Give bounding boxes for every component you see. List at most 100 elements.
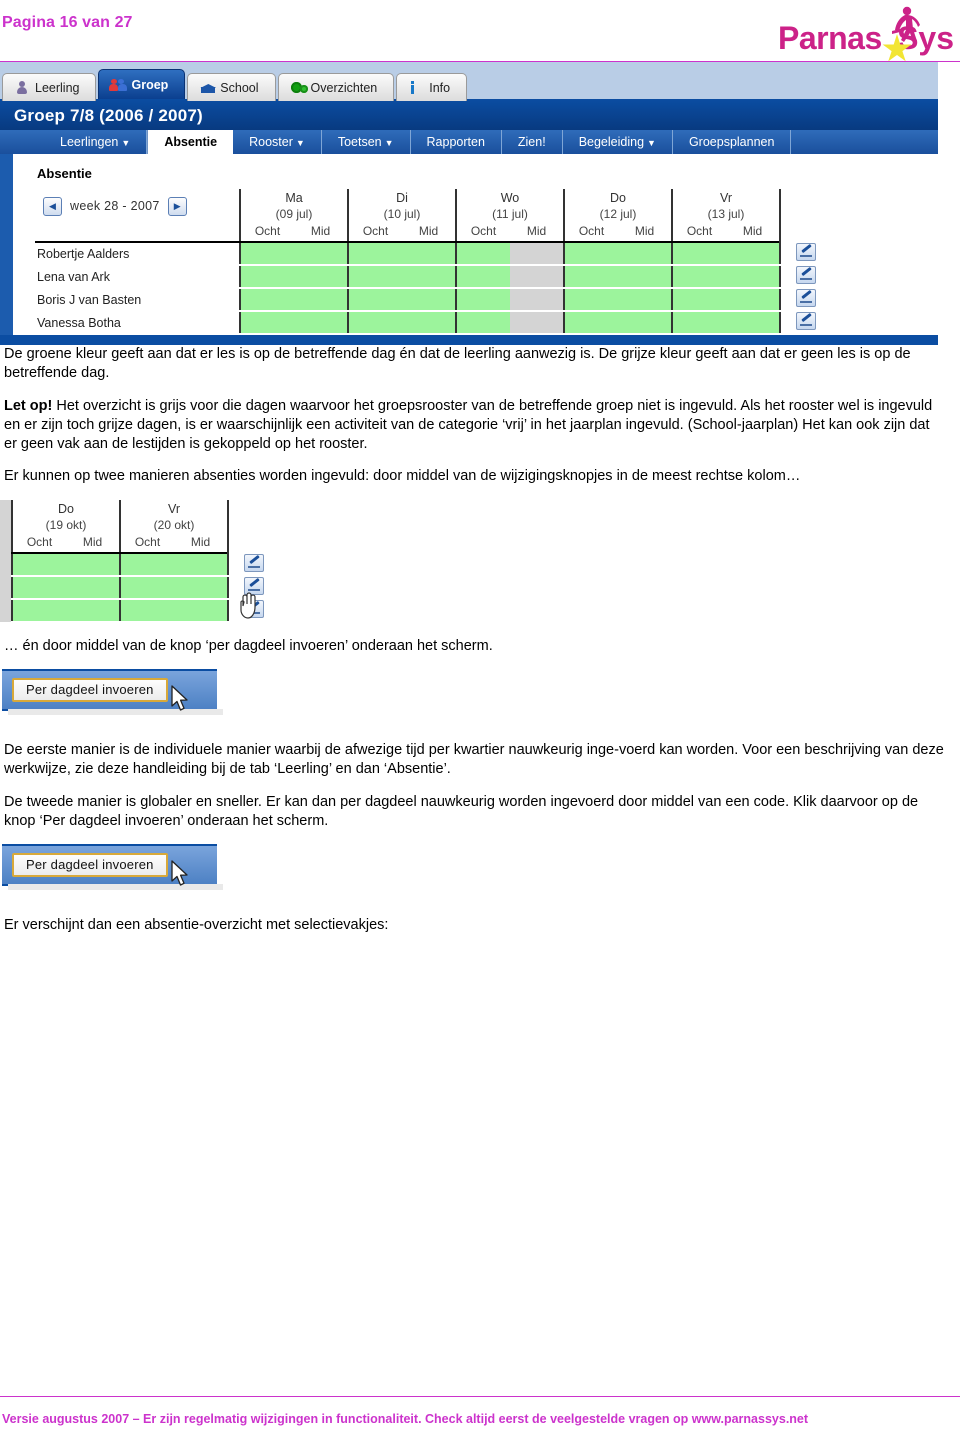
absence-cell[interactable] xyxy=(671,311,726,335)
per-dagdeel-invoeren-button-2[interactable]: Per dagdeel invoeren xyxy=(12,853,168,878)
sub-tab-absentie[interactable]: Absentie xyxy=(147,130,234,154)
slot-header-di-mid: Mid xyxy=(402,223,456,243)
paragraph-4: … én door middel van de knop ‘per dagdee… xyxy=(4,637,493,654)
absence-cell[interactable] xyxy=(119,575,174,600)
main-tab-leerling[interactable]: Leerling xyxy=(2,73,97,101)
absence-cell[interactable] xyxy=(239,288,294,312)
sub-tab-toetsen[interactable]: Toetsen ▼ xyxy=(322,130,411,154)
absence-cell[interactable] xyxy=(671,265,726,289)
slot-header-wo-ocht: Ocht xyxy=(455,223,510,243)
absence-cell[interactable] xyxy=(510,311,564,335)
absence-cell[interactable] xyxy=(402,311,456,335)
main-tab-info[interactable]: Info xyxy=(396,73,468,101)
paragraph-6: De tweede manier is globaler en sneller.… xyxy=(4,793,919,829)
absence-cell[interactable] xyxy=(726,242,780,266)
sub-tab-rapporten[interactable]: Rapporten xyxy=(411,130,502,154)
group-title: Groep 7/8 (2006 / 2007) xyxy=(0,99,938,130)
sub-tab-groepsplannen-label: Groepsplannen xyxy=(688,135,775,149)
absence-cell[interactable] xyxy=(239,265,294,289)
sub-tab-begeleiding[interactable]: Begeleiding ▼ xyxy=(563,130,673,154)
arrow-cursor-icon-2 xyxy=(171,860,188,886)
sub-tab-groepsplannen[interactable]: Groepsplannen xyxy=(673,130,792,154)
page-footer: Versie augustus 2007 – Er zijn regelmati… xyxy=(0,1396,960,1440)
absence-cell[interactable] xyxy=(119,598,174,623)
edit-pencil-icon[interactable] xyxy=(795,312,816,330)
main-tab-overzichten-label: Overzichten xyxy=(310,80,378,95)
absence-cell[interactable] xyxy=(510,242,564,266)
crop-stub xyxy=(0,499,12,553)
absence-cell[interactable] xyxy=(11,598,66,623)
absence-cell[interactable] xyxy=(119,552,174,577)
absence-cell[interactable] xyxy=(174,598,228,623)
absence-cell[interactable] xyxy=(563,311,618,335)
main-tab-overzichten[interactable]: Overzichten xyxy=(277,73,395,101)
main-tab-school[interactable]: School xyxy=(187,73,276,101)
sub-tab-leerlingen[interactable]: Leerlingen ▼ xyxy=(44,130,148,154)
panel-body: Absentie ◀ week 28 - 2007 ▶ Ma Di Wo Do … xyxy=(13,154,938,335)
absence-cell[interactable] xyxy=(294,265,348,289)
absence-cell[interactable] xyxy=(239,242,294,266)
parnassys-logo: Parnas Sys xyxy=(778,4,956,62)
absence-cell[interactable] xyxy=(402,288,456,312)
absence-cell[interactable] xyxy=(563,242,618,266)
app-top-strip xyxy=(0,62,938,69)
sub-tab-rooster[interactable]: Rooster ▼ xyxy=(233,130,322,154)
day-header-ma: Ma xyxy=(239,189,348,205)
absence-cell[interactable] xyxy=(66,552,120,577)
info-icon xyxy=(409,81,423,94)
per-dagdeel-invoeren-button[interactable]: Per dagdeel invoeren xyxy=(12,677,168,702)
crop-day-header-do: Do xyxy=(11,499,120,516)
absence-cell[interactable] xyxy=(726,265,780,289)
absence-cell[interactable] xyxy=(66,598,120,623)
absence-cell[interactable] xyxy=(402,265,456,289)
absence-cell[interactable] xyxy=(239,311,294,335)
main-tab-groep[interactable]: Groep xyxy=(98,69,186,99)
absence-cell[interactable] xyxy=(455,265,510,289)
absence-cell[interactable] xyxy=(671,288,726,312)
slot-header-do-ocht: Ocht xyxy=(563,223,618,243)
crop-day-header-vr: Vr xyxy=(119,499,228,516)
prev-week-button[interactable]: ◀ xyxy=(43,196,62,216)
absence-cell[interactable] xyxy=(510,288,564,312)
absence-cell[interactable] xyxy=(402,242,456,266)
absence-cell[interactable] xyxy=(563,288,618,312)
absence-cell[interactable] xyxy=(671,242,726,266)
absence-cell[interactable] xyxy=(174,552,228,577)
paragraph-1: De groene kleur geeft aan dat er les is … xyxy=(4,346,911,382)
edit-pencil-icon[interactable] xyxy=(795,243,816,261)
edit-cell xyxy=(779,242,830,265)
absence-cell[interactable] xyxy=(11,552,66,577)
absence-cell[interactable] xyxy=(347,265,402,289)
absence-cell[interactable] xyxy=(347,311,402,335)
absence-cell[interactable] xyxy=(618,265,672,289)
chevron-down-icon: ▼ xyxy=(647,138,656,148)
absence-cell[interactable] xyxy=(618,311,672,335)
edit-pencil-icon[interactable] xyxy=(243,553,264,572)
absence-cell[interactable] xyxy=(455,242,510,266)
absence-cell[interactable] xyxy=(66,575,120,600)
edit-pencil-icon[interactable] xyxy=(795,266,816,284)
absence-cell[interactable] xyxy=(618,242,672,266)
absence-cell[interactable] xyxy=(347,288,402,312)
next-week-button[interactable]: ▶ xyxy=(167,196,187,216)
absence-cell[interactable] xyxy=(294,288,348,312)
absence-cell[interactable] xyxy=(726,288,780,312)
week-navigator: ◀ week 28 - 2007 ▶ xyxy=(35,189,240,223)
absence-cell[interactable] xyxy=(618,288,672,312)
crop-slot-vr-mid: Mid xyxy=(174,533,228,554)
absence-cell[interactable] xyxy=(11,575,66,600)
sub-tab-rooster-label: Rooster xyxy=(249,135,293,149)
absence-cell[interactable] xyxy=(294,242,348,266)
absence-cell[interactable] xyxy=(455,311,510,335)
edit-pencil-icon[interactable] xyxy=(795,289,816,307)
crop-date-header-do: (19 okt) xyxy=(11,515,120,534)
absence-cell[interactable] xyxy=(726,311,780,335)
absence-cell[interactable] xyxy=(563,265,618,289)
absence-cell[interactable] xyxy=(294,311,348,335)
absence-cell[interactable] xyxy=(174,575,228,600)
sub-tab-zien[interactable]: Zien! xyxy=(502,130,563,154)
absence-cell[interactable] xyxy=(510,265,564,289)
absence-cell[interactable] xyxy=(347,242,402,266)
let-op-label: Let op! xyxy=(4,397,53,414)
absence-cell[interactable] xyxy=(455,288,510,312)
